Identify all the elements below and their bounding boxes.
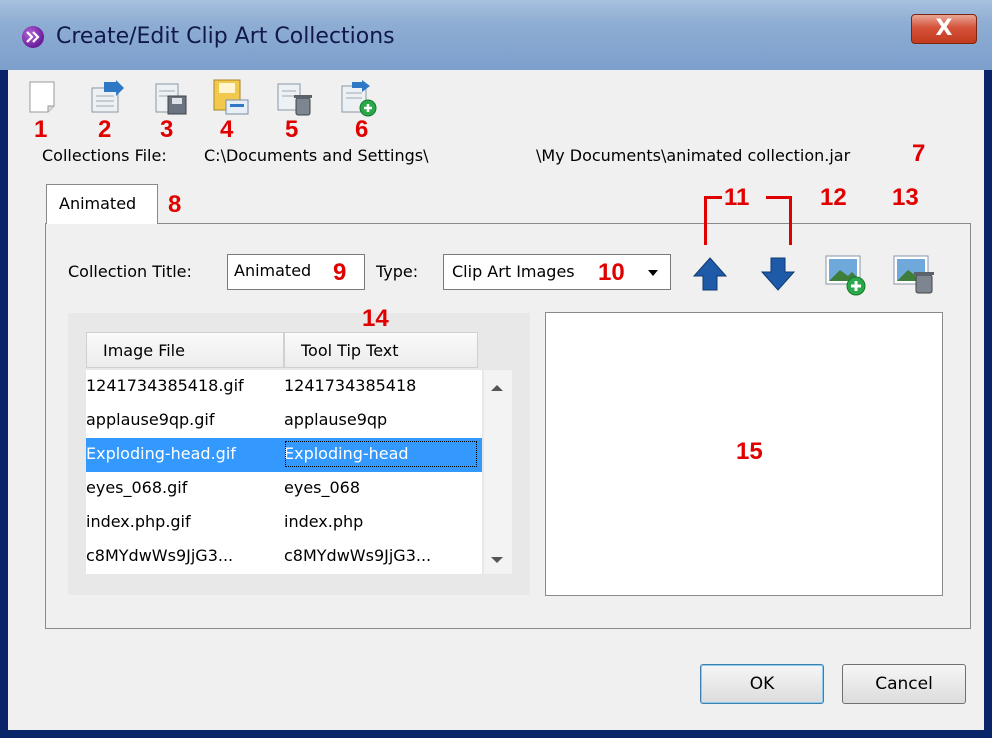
callout-15: 15 <box>736 438 763 465</box>
callout-14: 14 <box>362 305 389 332</box>
table-scrollbar[interactable] <box>484 370 512 574</box>
delete-image-icon <box>893 255 934 294</box>
collections-file-path-end: \My Documents\animated collection.jar <box>536 146 851 165</box>
column-header-label: Tool Tip Text <box>301 341 399 360</box>
table-row[interactable]: c8MYdwWs9JjG3... c8MYdwWs9JjG3... <box>86 540 482 574</box>
table-row-selected[interactable]: Exploding-head.gif Exploding-head <box>86 438 482 472</box>
dialog-window: Create/Edit Clip Art Collections X 1 2 3… <box>0 0 992 738</box>
move-down-button[interactable] <box>758 254 798 294</box>
open-collection-icon[interactable] <box>86 78 126 118</box>
title-bar[interactable]: Create/Edit Clip Art Collections X <box>0 0 992 70</box>
ok-button[interactable]: OK <box>700 664 824 704</box>
image-file-cell: index.php.gif <box>86 512 191 531</box>
table-row[interactable]: eyes_068.gif eyes_068 <box>86 472 482 506</box>
add-collection-icon[interactable] <box>338 78 378 118</box>
save-as-icon[interactable] <box>210 78 250 118</box>
type-label: Type: <box>376 262 419 281</box>
app-icon <box>22 26 44 48</box>
callout-2: 2 <box>98 116 112 143</box>
window-title: Create/Edit Clip Art Collections <box>56 24 395 49</box>
tooltip-cell[interactable]: index.php <box>284 512 478 531</box>
tooltip-cell[interactable]: 1241734385418 <box>284 376 478 395</box>
type-select-value: Clip Art Images <box>452 262 575 281</box>
tab-animated[interactable]: Animated <box>46 184 158 224</box>
callout-7: 7 <box>912 140 926 167</box>
callout-8: 8 <box>168 191 182 218</box>
column-header-tool-tip-text[interactable]: Tool Tip Text <box>284 332 478 368</box>
add-image-icon <box>825 255 866 296</box>
callout-13: 13 <box>892 184 919 211</box>
collections-file-path-start: C:\Documents and Settings\ <box>204 146 429 165</box>
arrow-down-icon <box>760 257 796 291</box>
collection-title-label: Collection Title: <box>68 262 192 281</box>
tooltip-cell[interactable]: applause9qp <box>284 410 478 429</box>
callout-10: 10 <box>598 259 625 286</box>
table-row[interactable]: 1241734385418.gif 1241734385418 <box>86 370 482 404</box>
delete-image-button[interactable] <box>890 250 936 296</box>
tooltip-cell[interactable]: c8MYdwWs9JjG3... <box>284 546 478 565</box>
tab-label: Animated <box>59 194 137 213</box>
save-icon[interactable] <box>150 78 190 118</box>
tooltip-cell[interactable]: Exploding-head <box>284 440 478 468</box>
collection-title-input[interactable] <box>234 261 334 280</box>
close-icon: X <box>935 16 953 41</box>
arrow-up-icon <box>692 257 728 291</box>
image-file-cell: c8MYdwWs9JjG3... <box>86 546 234 565</box>
close-button[interactable]: X <box>911 14 977 44</box>
scroll-up-icon[interactable] <box>490 384 504 392</box>
image-file-cell: applause9qp.gif <box>86 410 215 429</box>
table-row[interactable]: index.php.gif index.php <box>86 506 482 540</box>
delete-collection-icon[interactable] <box>274 78 314 118</box>
callout-11: 11 <box>724 184 750 211</box>
chevron-down-icon <box>648 270 658 276</box>
move-up-button[interactable] <box>690 254 730 294</box>
callout-6: 6 <box>355 116 369 143</box>
image-file-cell: 1241734385418.gif <box>86 376 244 395</box>
image-file-cell: Exploding-head.gif <box>86 444 236 463</box>
collections-file-label: Collections File: <box>42 146 167 165</box>
scroll-down-icon[interactable] <box>490 556 504 564</box>
column-header-label: Image File <box>103 341 185 360</box>
callout-3: 3 <box>160 116 174 143</box>
column-header-image-file[interactable]: Image File <box>86 332 284 368</box>
new-document-icon[interactable] <box>24 78 64 118</box>
callout-12: 12 <box>820 184 847 211</box>
image-table: 1241734385418.gif 1241734385418 applause9… <box>86 370 482 574</box>
image-file-cell: eyes_068.gif <box>86 478 188 497</box>
callout-4: 4 <box>220 116 234 143</box>
cancel-button[interactable]: Cancel <box>842 664 966 704</box>
tooltip-cell[interactable]: eyes_068 <box>284 478 478 497</box>
callout-5: 5 <box>285 116 299 143</box>
callout-9: 9 <box>333 259 347 286</box>
type-select[interactable]: Clip Art Images <box>443 254 671 290</box>
add-image-button[interactable] <box>822 250 868 296</box>
table-row[interactable]: applause9qp.gif applause9qp <box>86 404 482 438</box>
callout-1: 1 <box>34 116 48 143</box>
